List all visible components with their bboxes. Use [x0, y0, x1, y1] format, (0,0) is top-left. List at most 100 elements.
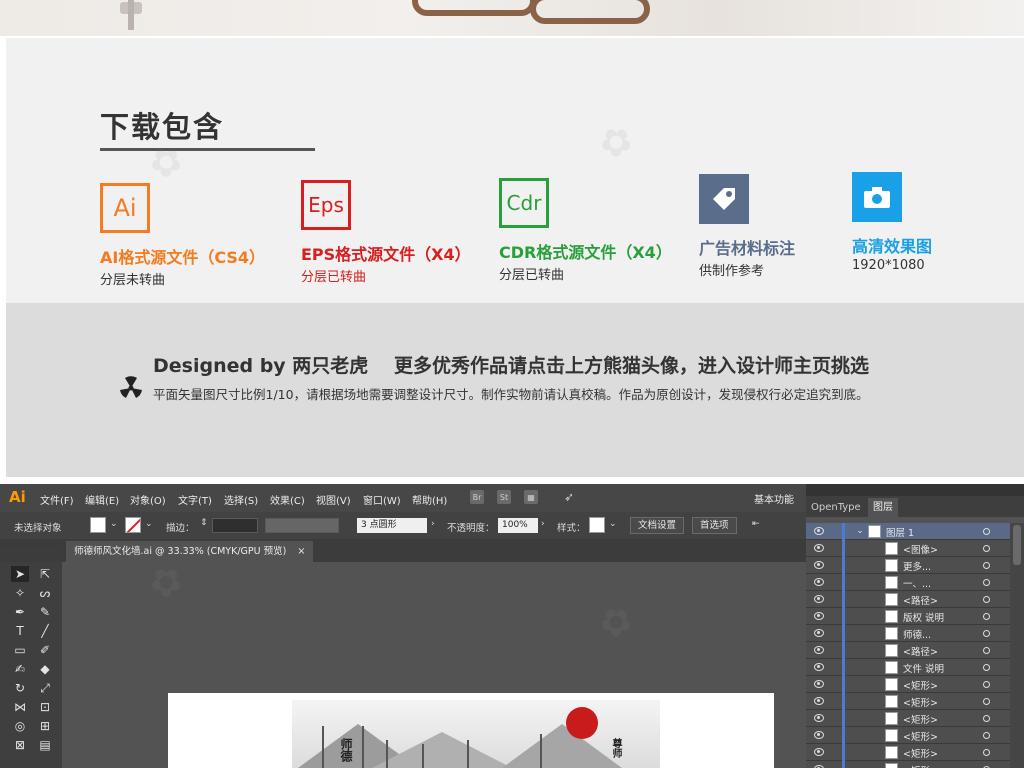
visibility-eye-icon[interactable] [814, 680, 824, 688]
layer-row[interactable]: <路径> [806, 642, 1010, 659]
menu-view[interactable]: 视图(V) [316, 492, 351, 507]
tab-layers[interactable]: 图层 [868, 498, 898, 517]
stock-icon[interactable]: St [497, 490, 511, 504]
layer-row[interactable]: <路径> [806, 591, 1010, 608]
layer-row[interactable]: <矩形> [806, 693, 1010, 710]
chevron-down-icon[interactable]: ⌄ [609, 519, 617, 529]
layer-row-main[interactable]: ⌄ 图层 1 [806, 523, 1010, 540]
layer-target-icon[interactable] [983, 596, 990, 603]
perspective-grid-tool-icon[interactable]: ⊞ [36, 718, 54, 734]
toolbar-grip[interactable] [0, 539, 62, 547]
menu-type[interactable]: 文字(T) [178, 492, 212, 507]
visibility-eye-icon[interactable] [814, 731, 824, 739]
close-icon[interactable]: × [297, 546, 305, 557]
tab-opentype[interactable]: OpenType [806, 498, 866, 517]
layer-target-icon[interactable] [983, 732, 990, 739]
menu-window[interactable]: 窗口(W) [363, 492, 401, 507]
visibility-eye-icon[interactable] [814, 612, 824, 620]
visibility-eye-icon[interactable] [814, 629, 824, 637]
workspace-switcher[interactable]: 基本功能 [754, 491, 794, 506]
layer-target-icon[interactable] [983, 681, 990, 688]
gradient-tool-icon[interactable]: ▤ [36, 737, 54, 753]
document-setup-button[interactable]: 文档设置 [630, 517, 685, 534]
panel-dock-header[interactable] [806, 484, 1024, 496]
scale-tool-icon[interactable]: ⤢ [36, 680, 54, 696]
visibility-eye-icon[interactable] [814, 544, 824, 552]
layer-row[interactable]: 文件 说明 [806, 659, 1010, 676]
align-options-icon[interactable]: ⇤ [752, 519, 760, 529]
chevron-right-icon[interactable]: › [541, 519, 545, 529]
layer-row[interactable]: <矩形> [806, 676, 1010, 693]
menu-object[interactable]: 对象(O) [130, 492, 166, 507]
shape-builder-tool-icon[interactable]: ◎ [11, 718, 29, 734]
layer-target-icon[interactable] [983, 545, 990, 552]
visibility-eye-icon[interactable] [814, 663, 824, 671]
stroke-weight-field[interactable] [212, 518, 258, 533]
visibility-eye-icon[interactable] [814, 714, 824, 722]
artboard[interactable]: 师德 尊师 [168, 693, 774, 768]
chevron-right-icon[interactable]: › [431, 519, 435, 529]
bridge-icon[interactable]: Br [470, 490, 484, 504]
width-tool-icon[interactable]: ⋈ [11, 699, 29, 715]
layer-target-icon[interactable] [983, 647, 990, 654]
style-swatch[interactable] [589, 517, 605, 533]
layer-row[interactable]: <矩形> [806, 710, 1010, 727]
menu-help[interactable]: 帮助(H) [412, 492, 447, 507]
layer-row[interactable]: <矩形> [806, 744, 1010, 761]
preferences-button[interactable]: 首选项 [692, 517, 737, 534]
layer-row[interactable]: 师德... [806, 625, 1010, 642]
rectangle-tool-icon[interactable]: ▭ [11, 642, 29, 658]
stepper-icon[interactable]: ⇕ [200, 518, 208, 528]
gpu-rocket-icon[interactable]: ➶ [562, 490, 576, 504]
brush-select[interactable]: 3 点圆形 [357, 518, 427, 533]
menu-file[interactable]: 文件(F) [40, 492, 74, 507]
expand-chevron-icon[interactable]: ⌄ [851, 523, 869, 539]
layer-target-icon[interactable] [983, 698, 990, 705]
menu-edit[interactable]: 编辑(E) [85, 492, 119, 507]
layer-row[interactable]: <矩形> [806, 727, 1010, 744]
layer-target-icon[interactable] [983, 715, 990, 722]
layer-row[interactable]: <矩形> [806, 761, 1010, 768]
selection-tool-icon[interactable]: ➤ [11, 566, 29, 582]
layer-target-icon[interactable] [983, 613, 990, 620]
layer-target-icon[interactable] [983, 528, 990, 535]
visibility-eye-icon[interactable] [814, 646, 824, 654]
visibility-eye-icon[interactable] [814, 595, 824, 603]
menu-effect[interactable]: 效果(C) [270, 492, 305, 507]
layer-row[interactable]: 更多... [806, 557, 1010, 574]
stroke-swatch[interactable] [125, 517, 141, 533]
layer-target-icon[interactable] [983, 562, 990, 569]
shaper-tool-icon[interactable]: ✍ [11, 661, 29, 677]
tab-document[interactable]: 师德师风文化墙.ai @ 33.33% (CMYK/GPU 预览) × [66, 541, 314, 562]
layers-scrollbar[interactable] [1010, 523, 1024, 768]
visibility-eye-icon[interactable] [814, 697, 824, 705]
line-tool-icon[interactable]: ╱ [36, 623, 54, 639]
visibility-eye-icon[interactable] [814, 561, 824, 569]
layer-target-icon[interactable] [983, 630, 990, 637]
fill-swatch[interactable] [90, 517, 106, 533]
magic-wand-tool-icon[interactable]: ✧ [11, 585, 29, 601]
mesh-tool-icon[interactable]: ⊠ [11, 737, 29, 753]
paintbrush-tool-icon[interactable]: ✐ [36, 642, 54, 658]
visibility-eye-icon[interactable] [814, 748, 824, 756]
visibility-eye-icon[interactable] [814, 578, 824, 586]
pen-tool-icon[interactable]: ✒ [11, 604, 29, 620]
direct-selection-tool-icon[interactable]: ⇱ [36, 566, 54, 582]
free-transform-tool-icon[interactable]: ⊡ [36, 699, 54, 715]
layer-row[interactable]: 版权 说明 [806, 608, 1010, 625]
visibility-eye-icon[interactable] [814, 527, 824, 535]
layer-target-icon[interactable] [983, 749, 990, 756]
curvature-tool-icon[interactable]: ✎ [36, 604, 54, 620]
lasso-tool-icon[interactable]: ᔕ [36, 585, 54, 601]
menu-select[interactable]: 选择(S) [224, 492, 258, 507]
variable-width-field[interactable] [265, 518, 339, 533]
layer-row[interactable]: <图像> [806, 540, 1010, 557]
chevron-down-icon[interactable]: ⌄ [110, 519, 118, 529]
rotate-tool-icon[interactable]: ↻ [11, 680, 29, 696]
canvas-area[interactable]: 师德 尊师 [62, 562, 806, 768]
arrange-documents-icon[interactable]: ▦ [524, 490, 538, 504]
layer-target-icon[interactable] [983, 664, 990, 671]
layer-target-icon[interactable] [983, 579, 990, 586]
chevron-down-icon[interactable]: ⌄ [145, 519, 153, 529]
type-tool-icon[interactable]: T [11, 623, 29, 639]
